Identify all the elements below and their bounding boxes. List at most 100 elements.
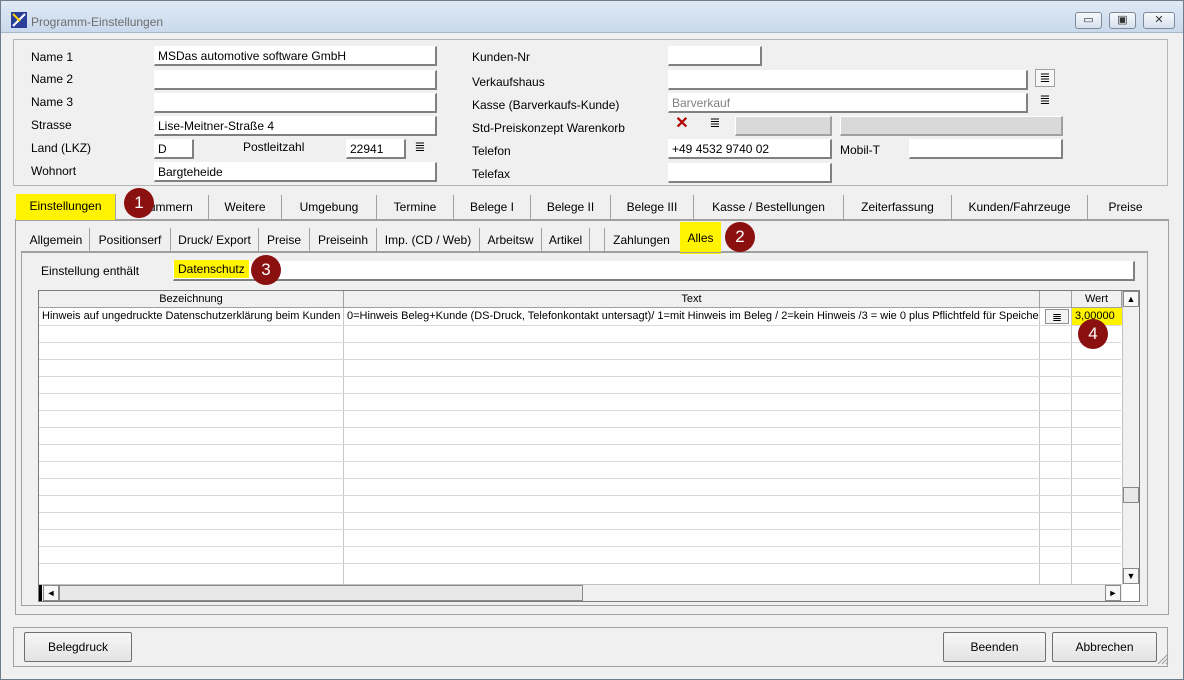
preiskonzept-list-icon[interactable]: ≣ — [705, 115, 725, 133]
plz-field[interactable]: 22941 — [346, 139, 406, 159]
grid-corner-marker — [39, 585, 42, 601]
kasse-list-icon[interactable]: ≣ — [1035, 92, 1055, 110]
mobil-field[interactable] — [909, 139, 1063, 159]
tab-zeiterfassung[interactable]: Zeiterfassung — [844, 195, 952, 221]
grid-hline — [39, 478, 1121, 479]
grid-hline — [39, 342, 1121, 343]
telefon-field[interactable]: +49 4532 9740 02 — [668, 139, 832, 159]
grid-vline — [1071, 308, 1072, 584]
land-field[interactable]: D — [154, 139, 194, 159]
telefax-field[interactable] — [668, 163, 832, 183]
name3-label: Name 3 — [31, 95, 74, 109]
tab-preise[interactable]: Preise — [1088, 195, 1163, 221]
horizontal-scrollbar[interactable]: ◄ ► — [39, 584, 1122, 601]
subtab-preise[interactable]: Preise — [259, 228, 310, 252]
annotation-badge-2: 2 — [725, 222, 755, 252]
subtab-positionserf[interactable]: Positionserf — [90, 228, 171, 252]
grid-hline — [39, 393, 1121, 394]
grid-hline — [39, 427, 1121, 428]
preiskonzept-code-field — [735, 116, 832, 136]
grid-hline — [39, 376, 1121, 377]
grid-hline — [39, 444, 1121, 445]
column-header-bezeichnung[interactable]: Bezeichnung — [39, 291, 344, 308]
scroll-left-button[interactable]: ◄ — [43, 585, 59, 601]
tab-belege-i[interactable]: Belege I — [454, 195, 531, 221]
filter-field[interactable] — [173, 261, 1135, 281]
grid-hline — [39, 529, 1121, 530]
restore-button[interactable]: ▣ — [1109, 12, 1136, 29]
filter-label: Einstellung enthält — [41, 264, 140, 278]
strasse-field[interactable]: Lise-Meitner-Straße 4 — [154, 116, 437, 136]
kundennr-field[interactable] — [668, 46, 762, 66]
plz-list-icon[interactable]: ≣ — [410, 139, 430, 157]
subtab-empty[interactable] — [590, 228, 605, 252]
settings-window: Programm-Einstellungen ▭ ▣ ✕ Name 1 MSDa… — [0, 0, 1184, 680]
name1-label: Name 1 — [31, 50, 74, 64]
name2-label: Name 2 — [31, 72, 74, 86]
title-bar: Programm-Einstellungen ▭ ▣ ✕ — [1, 1, 1183, 33]
vertical-scrollbar[interactable]: ▲ ▼ — [1122, 291, 1139, 584]
row-list-icon[interactable]: ≣ — [1045, 309, 1069, 324]
grid-hline — [39, 495, 1121, 496]
land-label: Land (LKZ) — [31, 141, 92, 155]
name3-field[interactable] — [154, 93, 437, 113]
preiskonzept-label: Std-Preiskonzept Warenkorb — [472, 121, 625, 135]
belegdruck-button[interactable]: Belegdruck — [24, 632, 132, 662]
filter-value: Datenschutz — [174, 260, 249, 278]
annotation-badge-3: 3 — [251, 255, 281, 285]
subtab-preiseinh[interactable]: Preiseinh — [310, 228, 377, 252]
name1-field[interactable]: MSDas automotive software GmbH — [154, 46, 437, 66]
annotation-badge-1: 1 — [124, 188, 154, 218]
scroll-right-button[interactable]: ► — [1105, 585, 1121, 601]
column-header-action[interactable] — [1040, 291, 1072, 308]
scroll-down-button[interactable]: ▼ — [1123, 568, 1139, 584]
wohnort-field[interactable]: Bargteheide — [154, 162, 437, 182]
resize-grip-icon[interactable] — [1157, 653, 1169, 665]
cell-bezeichnung[interactable]: Hinweis auf ungedruckte Datenschutzerklä… — [39, 308, 343, 325]
preiskonzept-name-field — [840, 116, 1063, 136]
app-icon — [11, 12, 27, 28]
tab-belege-iii[interactable]: Belege III — [611, 195, 694, 221]
tab-weitere[interactable]: Weitere — [209, 195, 282, 221]
tab-belege-ii[interactable]: Belege II — [531, 195, 611, 221]
vertical-scroll-thumb[interactable] — [1123, 487, 1139, 503]
subtab-arbeitsw[interactable]: Arbeitsw — [480, 228, 542, 252]
verkaufshaus-list-icon[interactable]: ≣ — [1035, 69, 1055, 87]
horizontal-scroll-thumb[interactable] — [59, 585, 583, 601]
grid-hline — [39, 410, 1121, 411]
subtab-artikel[interactable]: Artikel — [542, 228, 590, 252]
grid-vline — [1039, 308, 1040, 584]
abbrechen-button[interactable]: Abbrechen — [1052, 632, 1157, 662]
tab-umgebung[interactable]: Umgebung — [282, 195, 377, 221]
cell-text[interactable]: 0=Hinweis Beleg+Kunde (DS-Druck, Telefon… — [344, 308, 1039, 325]
column-header-text[interactable]: Text — [344, 291, 1040, 308]
verkaufshaus-field[interactable] — [668, 70, 1028, 90]
telefax-label: Telefax — [472, 167, 511, 181]
settings-grid[interactable]: Bezeichnung Text Wert Hinweis auf ungedr… — [38, 290, 1140, 602]
wohnort-label: Wohnort — [31, 164, 77, 178]
minimize-button[interactable]: ▭ — [1075, 12, 1102, 29]
grid-hline — [39, 461, 1121, 462]
column-header-wert[interactable]: Wert — [1072, 291, 1122, 308]
subtab-zahlungen[interactable]: Zahlungen — [605, 228, 678, 252]
beenden-button[interactable]: Beenden — [943, 632, 1046, 662]
subtab-allgemein[interactable]: Allgemein — [23, 228, 90, 252]
subtab-alles[interactable]: Alles — [680, 222, 721, 254]
subtab-imp-cd-web[interactable]: Imp. (CD / Web) — [377, 228, 480, 252]
annotation-badge-4: 4 — [1078, 319, 1108, 349]
grid-hline — [39, 546, 1121, 547]
tab-termine[interactable]: Termine — [377, 195, 454, 221]
tab-kasse-bestellungen[interactable]: Kasse / Bestellungen — [694, 195, 844, 221]
name2-field[interactable] — [154, 70, 437, 90]
restore-icon: ▣ — [1117, 14, 1128, 26]
grid-hline — [39, 359, 1121, 360]
kasse-label: Kasse (Barverkaufs-Kunde) — [472, 98, 620, 112]
scroll-up-button[interactable]: ▲ — [1123, 291, 1139, 307]
tab-kunden-fahrzeuge[interactable]: Kunden/Fahrzeuge — [952, 195, 1088, 221]
kasse-field[interactable]: Barverkauf — [668, 93, 1028, 113]
delete-icon[interactable]: ✕ — [672, 116, 692, 134]
tab-einstellungen[interactable]: Einstellungen — [16, 194, 116, 220]
close-button[interactable]: ✕ — [1143, 12, 1175, 29]
grid-hline — [39, 512, 1121, 513]
subtab-druck-export[interactable]: Druck/ Export — [171, 228, 259, 252]
